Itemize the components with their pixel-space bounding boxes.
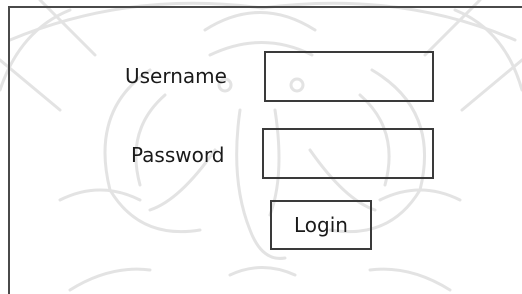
username-field[interactable]: [264, 51, 434, 102]
username-label: Username: [125, 64, 227, 88]
login-screen: Username Password Login: [0, 0, 522, 294]
login-button[interactable]: Login: [270, 200, 372, 250]
password-field[interactable]: [262, 128, 434, 179]
password-label: Password: [131, 143, 225, 167]
